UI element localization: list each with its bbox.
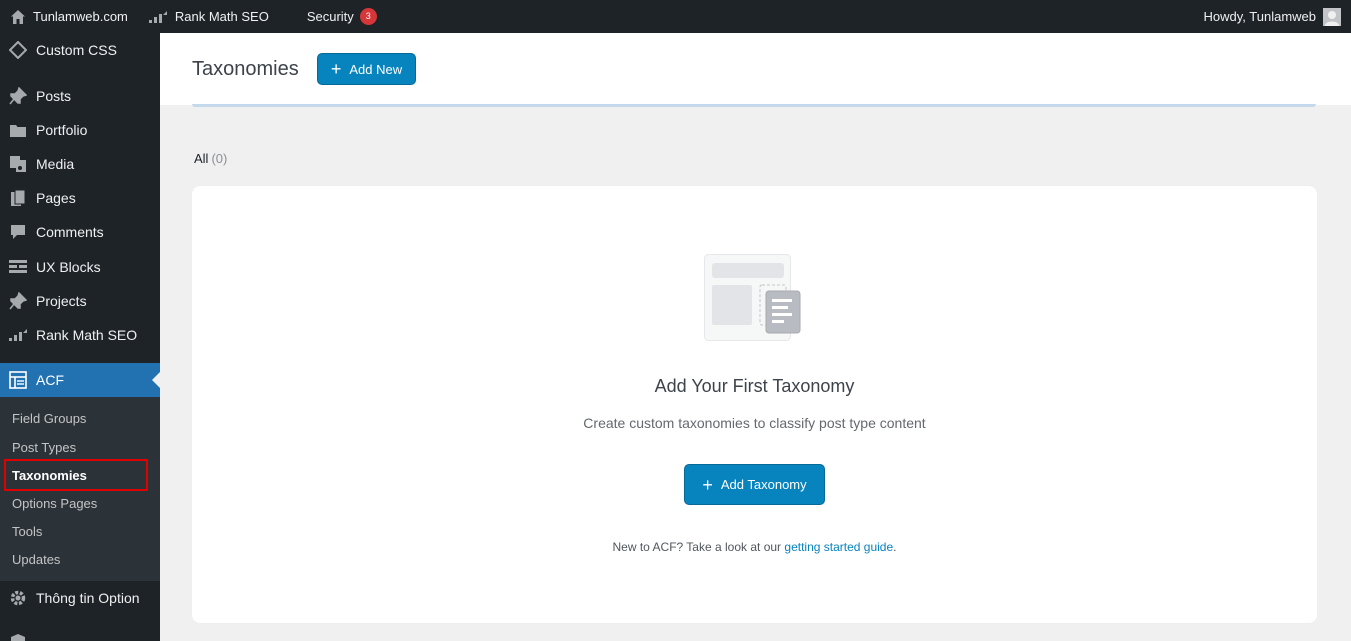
home-icon	[11, 9, 25, 24]
header-divider	[192, 104, 1316, 107]
getting-started-link[interactable]: getting started guide	[784, 540, 893, 554]
menu-label: Projects	[36, 293, 87, 309]
site-name-link[interactable]: Tunlamweb.com	[0, 0, 138, 33]
menu-item-acf[interactable]: ACF	[0, 363, 160, 397]
folder-icon	[8, 120, 28, 140]
taxonomies-highlight	[4, 459, 148, 491]
menu-label: Portfolio	[36, 122, 88, 138]
rankmath-icon	[148, 10, 167, 23]
rank-math-label: Rank Math SEO	[174, 9, 269, 24]
submenu-post-types[interactable]: Post Types	[12, 440, 76, 455]
site-name: Tunlamweb.com	[33, 9, 128, 24]
submenu-tools[interactable]: Tools	[12, 524, 42, 539]
add-new-button[interactable]: + Add New	[317, 53, 416, 85]
submenu-field-groups[interactable]: Field Groups	[12, 411, 86, 426]
menu-label: ACF	[36, 372, 64, 388]
media-icon	[8, 154, 28, 174]
menu-item-portfolio[interactable]: Portfolio	[0, 113, 160, 147]
diamond-icon	[8, 40, 28, 60]
empty-state-description: Create custom taxonomies to classify pos…	[583, 415, 926, 431]
menu-label: Thông tin Option	[36, 590, 140, 606]
menu-label: Pages	[36, 190, 76, 206]
menu-label: Media	[36, 156, 75, 172]
plus-icon: +	[330, 59, 342, 79]
plus-icon: +	[702, 474, 713, 495]
security-link[interactable]: Security 3	[279, 0, 387, 33]
menu-item-comments[interactable]: Comments	[0, 215, 160, 249]
guide-prefix: New to ACF? Take a look at our	[612, 540, 782, 554]
submenu-options-pages[interactable]: Options Pages	[12, 496, 97, 511]
rankmath-icon	[8, 325, 28, 345]
security-badge: 3	[359, 8, 377, 25]
menu-item-custom-css[interactable]: Custom CSS	[0, 33, 160, 67]
menu-label: Comments	[36, 224, 104, 240]
blocks-icon	[8, 257, 28, 277]
menu-item-security[interactable]	[0, 625, 160, 641]
comment-icon	[8, 222, 28, 242]
menu-item-rank-math-seo[interactable]: Rank Math SEO	[0, 318, 160, 352]
account-menu[interactable]: Howdy, Tunlamweb	[1203, 7, 1351, 26]
menu-label: Rank Math SEO	[36, 327, 138, 343]
page-title: Taxonomies	[192, 58, 299, 80]
menu-item-projects[interactable]: Projects	[0, 284, 160, 318]
menu-item-ux-blocks[interactable]: UX Blocks	[0, 250, 160, 284]
greeting: Howdy, Tunlamweb	[1203, 9, 1316, 24]
add-taxonomy-label: Add Taxonomy	[720, 477, 807, 492]
menu-item-posts[interactable]: Posts	[0, 79, 160, 113]
menu-item-pages[interactable]: Pages	[0, 181, 160, 215]
empty-state-title: Add Your First Taxonomy	[654, 376, 855, 396]
pin-icon	[8, 291, 28, 311]
submenu-updates[interactable]: Updates	[12, 552, 60, 567]
empty-state-card: Add Your First Taxonomy Create custom ta…	[192, 186, 1317, 623]
taxonomy-illustration-icon	[704, 254, 801, 341]
menu-label: UX Blocks	[36, 259, 101, 275]
filter-all-link[interactable]: All (0)	[194, 151, 227, 166]
pages-icon	[8, 188, 28, 208]
gear-icon	[8, 588, 28, 608]
add-new-label: Add New	[349, 61, 403, 77]
filter-all-label: All	[194, 151, 209, 166]
menu-label: Custom CSS	[36, 42, 117, 58]
menu-item-media[interactable]: Media	[0, 147, 160, 181]
menu-item-thong-tin-option[interactable]: Thông tin Option	[0, 581, 160, 615]
acf-icon	[8, 370, 28, 390]
admin-sidebar: Custom CSS Posts Portfolio Media Pages C…	[0, 33, 160, 641]
menu-label: Posts	[36, 88, 72, 104]
admin-bar: Tunlamweb.com Rank Math SEO Security 3 H…	[0, 0, 1351, 33]
avatar	[1323, 7, 1341, 26]
security-label: Security	[306, 9, 354, 24]
active-arrow	[152, 372, 160, 388]
add-taxonomy-button[interactable]: + Add Taxonomy	[684, 464, 825, 505]
shield-icon	[8, 632, 28, 641]
rank-math-link[interactable]: Rank Math SEO	[138, 0, 279, 33]
pin-icon	[8, 86, 28, 106]
getting-started-text: New to ACF? Take a look at our getting s…	[192, 540, 1317, 554]
guide-suffix: .	[893, 540, 897, 554]
filter-all-count: (0)	[211, 151, 228, 166]
